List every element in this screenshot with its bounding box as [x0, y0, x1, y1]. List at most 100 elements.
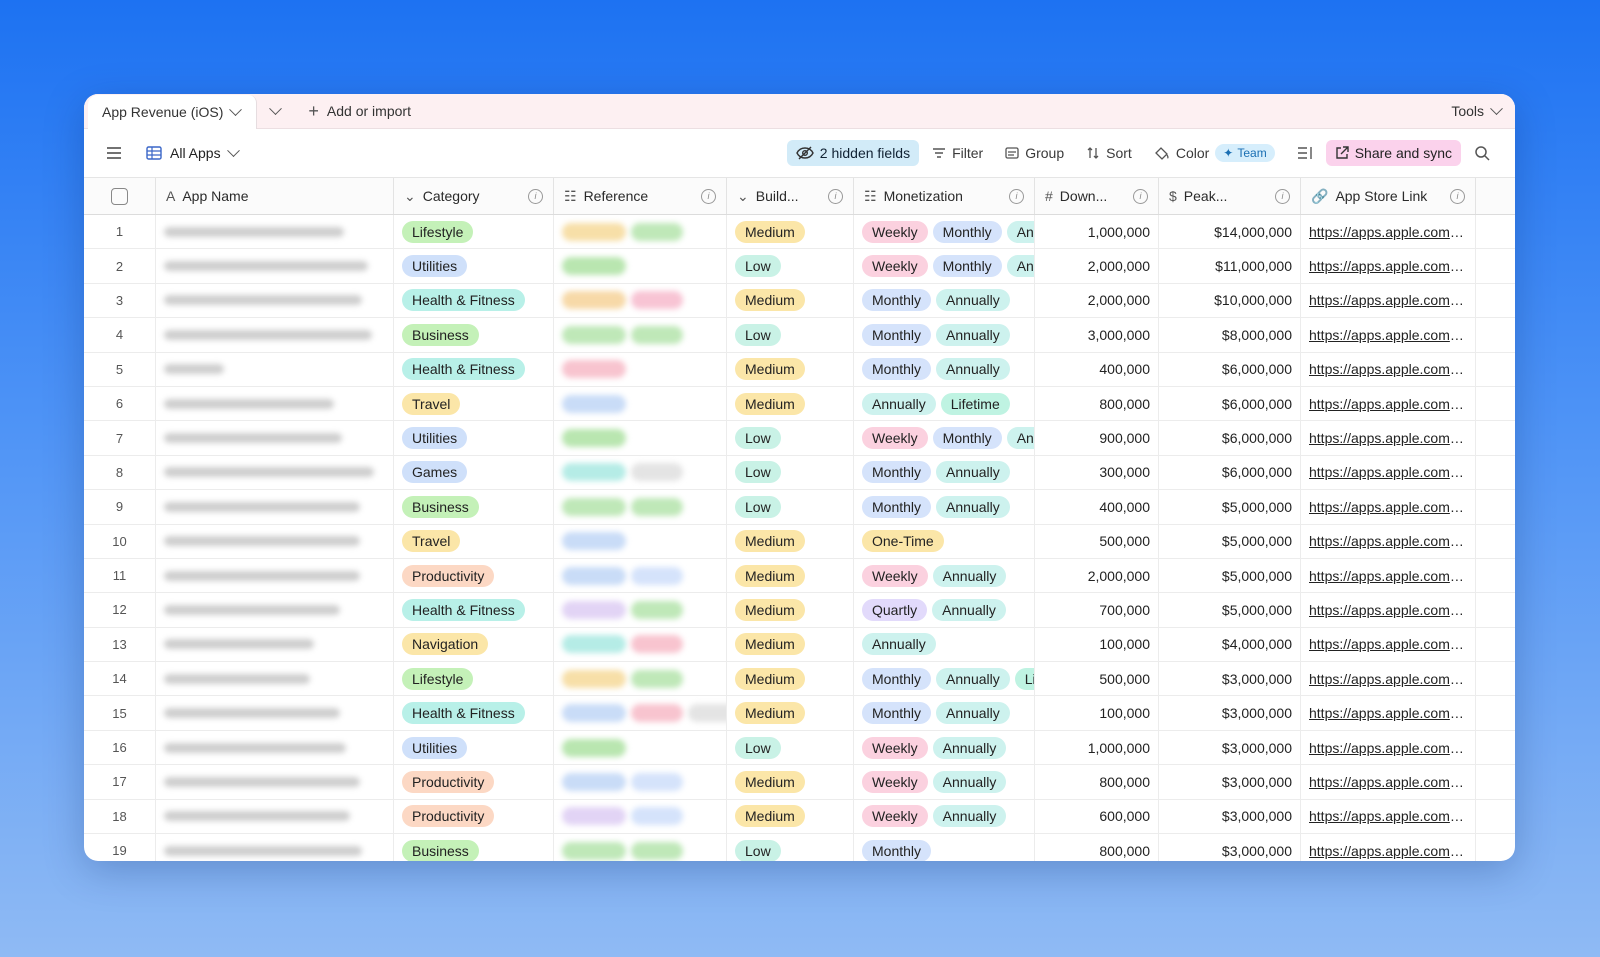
tools-menu-button[interactable]: Tools	[1437, 94, 1515, 128]
build-cell[interactable]: Medium	[727, 283, 854, 318]
table-row[interactable]: 16 Utilities Low Weekly Annually 1,000,000 $3,…	[84, 730, 1515, 766]
menu-icon[interactable]	[106, 146, 122, 160]
reference-cell[interactable]	[554, 593, 727, 627]
peak-revenue-cell[interactable]: $3,000,000	[1159, 765, 1301, 799]
table-row[interactable]: 17 Productivity Medium Weekly Annually 800,00…	[84, 765, 1515, 800]
monetization-cell[interactable]: Monthly Annually	[854, 318, 1035, 352]
reference-cell[interactable]	[554, 799, 727, 834]
app-store-link[interactable]: https://apps.apple.com/U...	[1309, 843, 1467, 859]
table-row[interactable]: 19 Business Low Monthly 800,000 $3,000,000 htt…	[84, 834, 1515, 861]
monetization-cell[interactable]: Weekly Annually	[854, 799, 1035, 834]
category-cell[interactable]: Health & Fitness	[394, 593, 554, 627]
category-cell[interactable]: Business	[394, 490, 554, 524]
category-cell[interactable]: Health & Fitness	[394, 283, 554, 318]
app-name-cell[interactable]	[156, 593, 394, 627]
app-store-link-cell[interactable]: https://apps.apple.com/U...	[1301, 558, 1476, 593]
app-name-cell[interactable]	[156, 386, 394, 421]
color-button[interactable]: Color ✦ Team	[1145, 139, 1284, 167]
app-name-cell[interactable]	[156, 455, 394, 490]
app-store-link-cell[interactable]: https://apps.apple.com/U...	[1301, 730, 1476, 765]
build-cell[interactable]: Medium	[727, 696, 854, 730]
app-store-link[interactable]: https://apps.apple.com/U...	[1309, 499, 1467, 515]
table-row[interactable]: 6 Travel Medium Annually Lifetime 800,000 $6,0…	[84, 386, 1515, 422]
downloads-cell[interactable]: 400,000	[1035, 490, 1159, 524]
app-name-cell[interactable]	[156, 352, 394, 386]
peak-revenue-cell[interactable]: $6,000,000	[1159, 386, 1301, 421]
tables-dropdown-button[interactable]	[257, 94, 294, 128]
app-store-link-cell[interactable]: https://apps.apple.com/U...	[1301, 455, 1476, 490]
category-cell[interactable]: Health & Fitness	[394, 696, 554, 730]
build-cell[interactable]: Low	[727, 421, 854, 455]
reference-cell[interactable]	[554, 558, 727, 593]
column-header[interactable]: ☷ Monetization i	[854, 178, 1035, 214]
category-cell[interactable]: Business	[394, 834, 554, 861]
category-cell[interactable]: Health & Fitness	[394, 352, 554, 386]
reference-cell[interactable]	[554, 318, 727, 352]
table-row[interactable]: 12 Health & Fitness Medium Quartly Annually 7…	[84, 593, 1515, 628]
category-cell[interactable]: Business	[394, 318, 554, 352]
reference-cell[interactable]	[554, 662, 727, 696]
build-cell[interactable]: Low	[727, 834, 854, 861]
build-cell[interactable]: Medium	[727, 593, 854, 627]
downloads-cell[interactable]: 2,000,000	[1035, 558, 1159, 593]
build-cell[interactable]: Medium	[727, 386, 854, 421]
view-switcher[interactable]: All Apps	[146, 143, 240, 161]
info-icon[interactable]: i	[1133, 188, 1148, 204]
build-cell[interactable]: Low	[727, 455, 854, 490]
team-badge[interactable]: ✦ Team	[1215, 144, 1275, 162]
peak-revenue-cell[interactable]: $6,000,000	[1159, 421, 1301, 455]
peak-revenue-cell[interactable]: $5,000,000	[1159, 524, 1301, 558]
category-cell[interactable]: Navigation	[394, 627, 554, 662]
filter-button[interactable]: Filter	[923, 140, 992, 166]
monetization-cell[interactable]: Monthly Annually	[854, 455, 1035, 490]
app-store-link-cell[interactable]: https://apps.apple.com/U...	[1301, 215, 1476, 249]
app-store-link-cell[interactable]: https://apps.apple.com/D...	[1301, 593, 1476, 627]
app-store-link[interactable]: https://apps.apple.com/U...	[1309, 258, 1467, 274]
add-or-import-button[interactable]: + Add or import	[294, 94, 425, 128]
downloads-cell[interactable]: 1,000,000	[1035, 215, 1159, 249]
row-height-button[interactable]	[1288, 141, 1322, 165]
reference-cell[interactable]	[554, 215, 727, 249]
table-row[interactable]: 10 Travel Medium One-Time 500,000 $5,000,000 h…	[84, 524, 1515, 559]
table-row[interactable]: 1 Lifestyle Medium WeeklyMonthlyAnn1,000,00…	[84, 215, 1515, 250]
downloads-cell[interactable]: 900,000	[1035, 421, 1159, 455]
downloads-cell[interactable]: 800,000	[1035, 834, 1159, 861]
downloads-cell[interactable]: 800,000	[1035, 386, 1159, 421]
monetization-cell[interactable]: Monthly Annually Li	[854, 662, 1035, 696]
peak-revenue-cell[interactable]: $5,000,000	[1159, 593, 1301, 627]
monetization-cell[interactable]: Monthly Annually	[854, 352, 1035, 386]
app-store-link[interactable]: https://apps.apple.com/U...	[1309, 808, 1467, 824]
app-store-link-cell[interactable]: https://apps.apple.com/U...	[1301, 524, 1476, 558]
search-button[interactable]	[1465, 140, 1499, 166]
table-row[interactable]: 7 Utilities Low WeeklyMonthlyAnn900,000$6,0…	[84, 421, 1515, 456]
column-header[interactable]: $ Peak... i	[1159, 178, 1301, 214]
downloads-cell[interactable]: 800,000	[1035, 765, 1159, 799]
app-store-link[interactable]: https://apps.apple.com/U...	[1309, 705, 1467, 721]
app-name-cell[interactable]	[156, 696, 394, 730]
build-cell[interactable]: Medium	[727, 799, 854, 834]
build-cell[interactable]: Medium	[727, 627, 854, 662]
reference-cell[interactable]	[554, 730, 727, 765]
monetization-cell[interactable]: WeeklyMonthlyAnn	[854, 249, 1035, 283]
reference-cell[interactable]	[554, 490, 727, 524]
column-header[interactable]: # Down... i	[1035, 178, 1159, 214]
downloads-cell[interactable]: 600,000	[1035, 799, 1159, 834]
app-name-cell[interactable]	[156, 283, 394, 318]
monetization-cell[interactable]: WeeklyMonthlyAnn	[854, 215, 1035, 249]
peak-revenue-cell[interactable]: $3,000,000	[1159, 799, 1301, 834]
column-header[interactable]: 🔗 App Store Link i	[1301, 178, 1476, 214]
app-name-cell[interactable]	[156, 249, 394, 283]
build-cell[interactable]: Medium	[727, 352, 854, 386]
app-name-cell[interactable]	[156, 558, 394, 593]
monetization-cell[interactable]: Annually Lifetime	[854, 386, 1035, 421]
build-cell[interactable]: Medium	[727, 524, 854, 558]
peak-revenue-cell[interactable]: $4,000,000	[1159, 627, 1301, 662]
app-store-link-cell[interactable]: https://apps.apple.com/U...	[1301, 662, 1476, 696]
reference-cell[interactable]	[554, 524, 727, 558]
category-cell[interactable]: Lifestyle	[394, 215, 554, 249]
app-store-link[interactable]: https://apps.apple.com/U...	[1309, 327, 1467, 343]
column-header[interactable]: ☷ Reference i	[554, 178, 727, 214]
select-all-checkbox[interactable]	[111, 187, 128, 205]
peak-revenue-cell[interactable]: $6,000,000	[1159, 352, 1301, 386]
info-icon[interactable]: i	[528, 188, 543, 204]
